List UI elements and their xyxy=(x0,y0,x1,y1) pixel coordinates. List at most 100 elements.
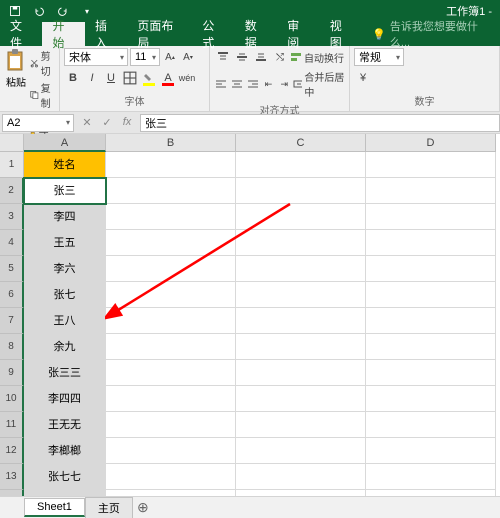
phonetic-button[interactable]: wén xyxy=(178,69,196,87)
cell[interactable] xyxy=(236,230,366,256)
underline-button[interactable]: U xyxy=(102,69,120,87)
cell[interactable] xyxy=(106,204,236,230)
row-header[interactable]: 13 xyxy=(0,464,24,490)
cell[interactable] xyxy=(366,178,496,204)
increase-font-icon[interactable]: A▴ xyxy=(162,48,178,66)
cell[interactable] xyxy=(366,256,496,282)
tab-file[interactable]: 文件 xyxy=(0,22,42,46)
cell[interactable] xyxy=(106,334,236,360)
tab-data[interactable]: 数据 xyxy=(235,22,277,46)
cell[interactable] xyxy=(236,438,366,464)
italic-button[interactable]: I xyxy=(83,69,101,87)
tab-insert[interactable]: 插入 xyxy=(85,22,127,46)
cell[interactable] xyxy=(236,308,366,334)
cell[interactable] xyxy=(106,282,236,308)
orientation-icon[interactable]: ⤭ xyxy=(271,48,289,66)
cell[interactable]: 李六 xyxy=(24,256,106,282)
currency-icon[interactable]: ¥ xyxy=(354,69,372,87)
row-header[interactable]: 6 xyxy=(0,282,24,308)
cell[interactable] xyxy=(236,412,366,438)
name-box[interactable]: A2 xyxy=(2,114,74,132)
cell[interactable] xyxy=(106,256,236,282)
cell[interactable] xyxy=(106,360,236,386)
worksheet-grid[interactable]: A B C D 1姓名2张三3李四4王五5李六6张七7王八8余九9张三三10李四… xyxy=(0,134,500,496)
row-header[interactable]: 10 xyxy=(0,386,24,412)
cell[interactable] xyxy=(106,230,236,256)
cell[interactable] xyxy=(366,204,496,230)
cell[interactable] xyxy=(236,360,366,386)
formula-bar[interactable]: 张三 xyxy=(140,114,500,132)
tab-formula[interactable]: 公式 xyxy=(192,22,234,46)
cell[interactable]: 王八 xyxy=(24,308,106,334)
row-header[interactable]: 4 xyxy=(0,230,24,256)
row-header[interactable]: 12 xyxy=(0,438,24,464)
cell[interactable] xyxy=(236,334,366,360)
cell[interactable] xyxy=(106,490,236,496)
increase-indent-icon[interactable]: ⇥ xyxy=(277,75,292,93)
enter-icon[interactable]: ✓ xyxy=(98,116,116,129)
cell[interactable]: 张三三 xyxy=(24,360,106,386)
merge-center-button[interactable]: 合并后居中 xyxy=(293,69,345,99)
cell[interactable]: 李四 xyxy=(24,204,106,230)
cell[interactable] xyxy=(106,386,236,412)
cell[interactable]: 张七 xyxy=(24,282,106,308)
add-sheet-button[interactable]: ⊕ xyxy=(133,499,153,516)
cell[interactable] xyxy=(366,308,496,334)
cell[interactable] xyxy=(366,464,496,490)
cell[interactable]: 张三 xyxy=(24,178,106,204)
cell[interactable] xyxy=(236,386,366,412)
fill-color-button[interactable] xyxy=(140,69,158,87)
sheet-tab-1[interactable]: Sheet1 xyxy=(24,498,85,517)
tab-view[interactable]: 视图 xyxy=(320,22,362,46)
cancel-icon[interactable]: ✕ xyxy=(78,116,96,129)
cell[interactable] xyxy=(106,464,236,490)
row-header[interactable]: 5 xyxy=(0,256,24,282)
cell[interactable] xyxy=(106,152,236,178)
cell[interactable] xyxy=(106,178,236,204)
fx-icon[interactable]: fx xyxy=(118,116,136,129)
cell[interactable] xyxy=(236,152,366,178)
align-top-icon[interactable] xyxy=(214,48,232,66)
col-header-d[interactable]: D xyxy=(366,134,496,152)
cell[interactable] xyxy=(106,412,236,438)
cell[interactable]: 王八八 xyxy=(24,490,106,496)
number-format-combo[interactable]: 常规 xyxy=(354,48,404,66)
copy-button[interactable]: 复制 xyxy=(30,80,55,110)
cell[interactable] xyxy=(366,490,496,496)
cell[interactable]: 余九 xyxy=(24,334,106,360)
border-button[interactable] xyxy=(121,69,139,87)
row-header[interactable]: 8 xyxy=(0,334,24,360)
col-header-c[interactable]: C xyxy=(236,134,366,152)
col-header-b[interactable]: B xyxy=(106,134,236,152)
align-middle-icon[interactable] xyxy=(233,48,251,66)
bold-button[interactable]: B xyxy=(64,69,82,87)
align-center-icon[interactable] xyxy=(230,75,245,93)
cell[interactable]: 李四四 xyxy=(24,386,106,412)
cell[interactable] xyxy=(366,438,496,464)
wrap-text-button[interactable]: 自动换行 xyxy=(290,50,344,65)
cell[interactable] xyxy=(366,230,496,256)
col-header-a[interactable]: A xyxy=(24,134,106,152)
cut-button[interactable]: 剪切 xyxy=(30,48,55,78)
cell[interactable] xyxy=(106,308,236,334)
cell[interactable] xyxy=(236,490,366,496)
row-header[interactable]: 14 xyxy=(0,490,24,496)
tab-layout[interactable]: 页面布局 xyxy=(127,22,192,46)
row-header[interactable]: 11 xyxy=(0,412,24,438)
cell[interactable] xyxy=(236,282,366,308)
row-header[interactable]: 2 xyxy=(0,178,24,204)
row-header[interactable]: 7 xyxy=(0,308,24,334)
cell[interactable] xyxy=(366,412,496,438)
cell[interactable] xyxy=(366,360,496,386)
cell[interactable] xyxy=(366,334,496,360)
cell[interactable] xyxy=(236,464,366,490)
select-all-corner[interactable] xyxy=(0,134,24,152)
sheet-tab-2[interactable]: 主页 xyxy=(85,497,133,518)
cell[interactable] xyxy=(236,256,366,282)
decrease-indent-icon[interactable]: ⇤ xyxy=(261,75,276,93)
cell[interactable]: 王无无 xyxy=(24,412,106,438)
cell[interactable] xyxy=(236,204,366,230)
align-left-icon[interactable] xyxy=(214,75,229,93)
align-bottom-icon[interactable] xyxy=(252,48,270,66)
row-header[interactable]: 3 xyxy=(0,204,24,230)
